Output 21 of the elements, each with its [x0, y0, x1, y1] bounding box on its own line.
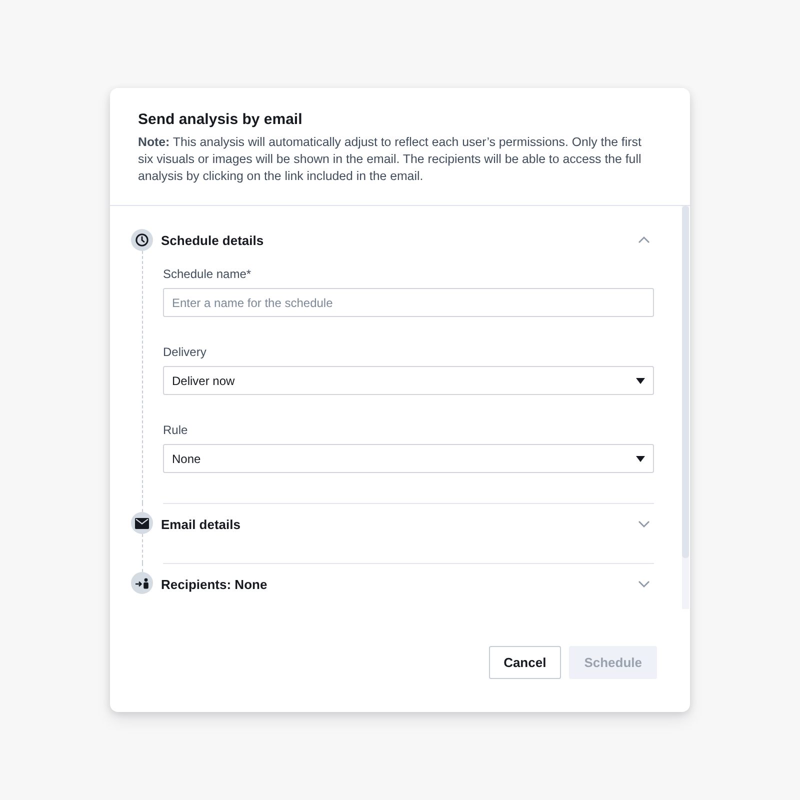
- field-label: Rule: [163, 423, 188, 437]
- dropdown-caret-icon: [636, 378, 645, 384]
- note-text: Note: This analysis will automatically adjust to reflect each user’s permissions. Only the first six visuals or images will be shown in the email. The recipients will be able to access the full analysis by clicking on the link included in the email.: [138, 134, 642, 185]
- cancel-button[interactable]: Cancel: [488, 646, 562, 679]
- dialog-title: Send analysis by email: [138, 111, 302, 128]
- section-title[interactable]: Email details: [161, 516, 240, 532]
- clock-icon: [135, 233, 149, 247]
- chevron-down-icon[interactable]: [638, 580, 650, 588]
- dropdown-caret-icon: [636, 456, 645, 462]
- chevron-down-icon[interactable]: [638, 520, 650, 528]
- scrollbar[interactable]: [682, 206, 689, 609]
- arrow-person-icon: [134, 578, 150, 588]
- section-title[interactable]: Schedule details: [161, 232, 264, 248]
- envelope-icon: [135, 518, 149, 528]
- dropdown[interactable]: None: [163, 444, 654, 473]
- field-label: Delivery: [163, 345, 206, 359]
- section-title[interactable]: Recipients: None: [161, 576, 268, 592]
- chevron-up-icon[interactable]: [638, 236, 650, 244]
- field-label: Schedule name*: [163, 267, 252, 281]
- dropdown[interactable]: Deliver now: [163, 366, 654, 395]
- text-field[interactable]: Enter a name for the schedule: [163, 288, 654, 317]
